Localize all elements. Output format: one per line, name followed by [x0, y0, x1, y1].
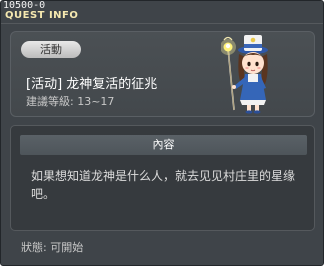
quest-info-window: 10500-0 QUEST INFO 活動 [活动] 龙神复活的征兆 建議等級:… — [0, 0, 324, 266]
required-level: 建議等級: 13~17 — [26, 95, 115, 108]
content-header: 內容 — [20, 135, 307, 155]
title-divider — [1, 23, 323, 24]
content-body-text: 如果想知道龙神是什么人，就去见见村庄里的星缘吧。 — [31, 169, 296, 201]
quest-name: [活动] 龙神复活的征兆 — [26, 77, 158, 92]
npc-character-icon — [221, 35, 268, 114]
quest-content-panel: 內容 如果想知道龙神是什么人，就去见见村庄里的星缘吧。 — [10, 125, 315, 231]
quest-category-badge: 活動 — [21, 41, 81, 58]
quest-status: 狀態: 可開始 — [21, 241, 84, 254]
quest-summary-panel: 活動 [活动] 龙神复活的征兆 建議等級: 13~17 — [10, 31, 315, 117]
window-title: QUEST INFO — [5, 10, 79, 21]
